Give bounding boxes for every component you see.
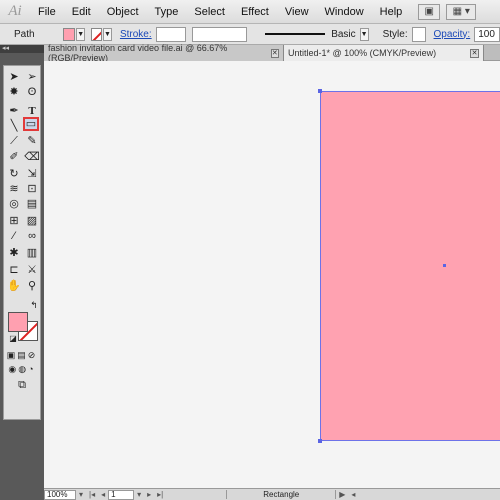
type-tool-icon[interactable]: T	[24, 104, 40, 118]
hand-tool-icon[interactable]: ✋	[6, 279, 22, 293]
paintbrush-tool-icon[interactable]: ⟋	[6, 134, 22, 148]
tab-untitled-1[interactable]: Untitled-1* @ 100% (CMYK/Preview) ✕	[284, 45, 484, 61]
menu-edit[interactable]: Edit	[64, 0, 99, 24]
menu-bar: Ai File Edit Object Type Select Effect V…	[0, 0, 500, 24]
tab-fashion-invitation[interactable]: fashion invitation card video file.ai @ …	[44, 43, 284, 63]
swap-fill-stroke-icon[interactable]: ↰	[26, 298, 42, 312]
pencil-tool-icon[interactable]: ✎	[24, 134, 40, 148]
menu-effect[interactable]: Effect	[233, 0, 277, 24]
stroke-weight-field[interactable]	[155, 26, 186, 42]
slice-tool-icon[interactable]: ⚔	[24, 263, 40, 277]
artboard-number[interactable]: 1	[108, 489, 135, 500]
pink-rectangle[interactable]	[320, 91, 500, 441]
opacity-input[interactable]: 100	[474, 26, 500, 42]
live-paint-tool-icon[interactable]: ▤	[24, 197, 40, 211]
close-icon[interactable]: ✕	[470, 48, 479, 58]
document-tabs: fashion invitation card video file.ai @ …	[44, 43, 500, 63]
rectangle-tool-icon[interactable]: ▭	[23, 117, 39, 131]
zoom-level[interactable]: 100%	[44, 489, 76, 500]
collapse-icon[interactable]: ◂◂	[0, 45, 44, 53]
gradient-tool-icon[interactable]: ▨	[24, 214, 40, 228]
chevron-down-icon[interactable]: ▼	[359, 27, 369, 41]
first-artboard-icon[interactable]: |◂	[89, 490, 95, 499]
play-icon[interactable]: ▶	[339, 490, 345, 499]
shape-builder-tool-icon[interactable]: ◎	[6, 197, 22, 211]
menu-type[interactable]: Type	[147, 0, 187, 24]
drawing-mode-icon[interactable]: ◉◍◔	[5, 362, 39, 376]
app-logo: Ai	[8, 3, 22, 19]
stroke-color-swatch[interactable]	[91, 27, 103, 41]
magic-wand-tool-icon[interactable]: ✸	[6, 85, 22, 99]
chevron-down-icon[interactable]: ▾	[137, 490, 141, 499]
chevron-down-icon[interactable]: ▼	[76, 27, 86, 41]
symbol-sprayer-tool-icon[interactable]: ✱	[6, 246, 22, 260]
fill-swatch[interactable]	[8, 312, 28, 332]
fill-color-swatch[interactable]	[62, 27, 76, 41]
current-tool-status: Rectangle	[226, 490, 337, 499]
menu-view[interactable]: View	[277, 0, 317, 24]
chevron-down-icon[interactable]: ▾	[79, 490, 83, 499]
menu-select[interactable]: Select	[186, 0, 233, 24]
tools-panel: ◂◂ ➤ ➢ ✸ ʘ ✒ T ╲ ▭ ⟋ ✎ ✐ ⌫ ↻ ⇲ ≋ ⊡ ◎ ▤ ⊞…	[0, 45, 44, 500]
screen-mode-icon[interactable]: ⧉	[14, 378, 30, 392]
lasso-tool-icon[interactable]: ʘ	[24, 85, 40, 99]
selection-type-label: Path	[14, 28, 35, 40]
style-swatch[interactable]	[411, 26, 426, 42]
control-bar: Path ▼ ▼ Stroke: Basic ▼ Style: Opacity:…	[0, 24, 500, 45]
stroke-label[interactable]: Stroke:	[120, 29, 152, 40]
brush-definition[interactable]: Basic	[247, 28, 356, 40]
tab-title: Untitled-1* @ 100% (CMYK/Preview)	[288, 48, 437, 58]
column-graph-tool-icon[interactable]: ▥	[24, 246, 40, 260]
center-point[interactable]	[443, 264, 446, 267]
style-label: Style:	[382, 28, 408, 40]
last-artboard-icon[interactable]: ▸|	[157, 490, 163, 499]
brush-label: Basic	[331, 28, 356, 40]
selection-tool-icon[interactable]: ➤	[6, 70, 22, 84]
eyedropper-tool-icon[interactable]: ⁄	[6, 229, 22, 243]
blend-tool-icon[interactable]: ∞	[24, 229, 40, 243]
menu-help[interactable]: Help	[372, 0, 411, 24]
bridge-icon[interactable]: ▣	[418, 3, 441, 20]
menu-object[interactable]: Object	[99, 0, 147, 24]
variable-width-profile[interactable]	[191, 26, 248, 42]
color-mode-icon[interactable]: ▣▤⊘	[5, 348, 39, 362]
brush-stroke-preview	[265, 33, 326, 35]
artboard-tool-icon[interactable]: ⊏	[6, 263, 22, 277]
line-segment-tool-icon[interactable]: ╲	[6, 119, 22, 133]
anchor-point-top-left[interactable]	[318, 89, 322, 93]
chevron-down-icon[interactable]: ▼	[103, 27, 112, 41]
tools-grid: ➤ ➢ ✸ ʘ ✒ T ╲ ▭ ⟋ ✎ ✐ ⌫ ↻ ⇲ ≋ ⊡ ◎ ▤ ⊞ ▨ …	[3, 65, 41, 420]
scale-tool-icon[interactable]: ⇲	[24, 167, 40, 181]
next-artboard-icon[interactable]: ▸	[147, 490, 151, 499]
default-fill-stroke-icon[interactable]: ◪	[5, 332, 21, 346]
perspective-grid-tool-icon[interactable]: ⊞	[6, 214, 22, 228]
status-bar: 100% ▾ |◂ ◂ 1 ▾ ▸ ▸| Rectangle ▶ ◂	[44, 488, 500, 500]
pen-tool-icon[interactable]: ✒	[6, 104, 22, 118]
menu-file[interactable]: File	[30, 0, 64, 24]
direct-selection-tool-icon[interactable]: ➢	[24, 70, 40, 84]
zoom-tool-icon[interactable]: ⚲	[24, 279, 40, 293]
arrange-documents-icon[interactable]: ▦ ▾	[446, 3, 477, 20]
scroll-left-icon[interactable]: ◂	[351, 490, 355, 499]
opacity-label[interactable]: Opacity:	[434, 29, 471, 40]
close-icon[interactable]: ✕	[270, 48, 279, 58]
menu-window[interactable]: Window	[317, 0, 372, 24]
tab-title: fashion invitation card video file.ai @ …	[48, 43, 228, 63]
free-transform-tool-icon[interactable]: ⊡	[24, 182, 40, 196]
anchor-point-bottom-left[interactable]	[318, 439, 322, 443]
warp-tool-icon[interactable]: ≋	[6, 182, 22, 196]
previous-artboard-icon[interactable]: ◂	[101, 490, 105, 499]
eraser-tool-icon[interactable]: ⌫	[24, 150, 40, 164]
blob-brush-tool-icon[interactable]: ✐	[6, 150, 22, 164]
rotate-tool-icon[interactable]: ↻	[6, 167, 22, 181]
